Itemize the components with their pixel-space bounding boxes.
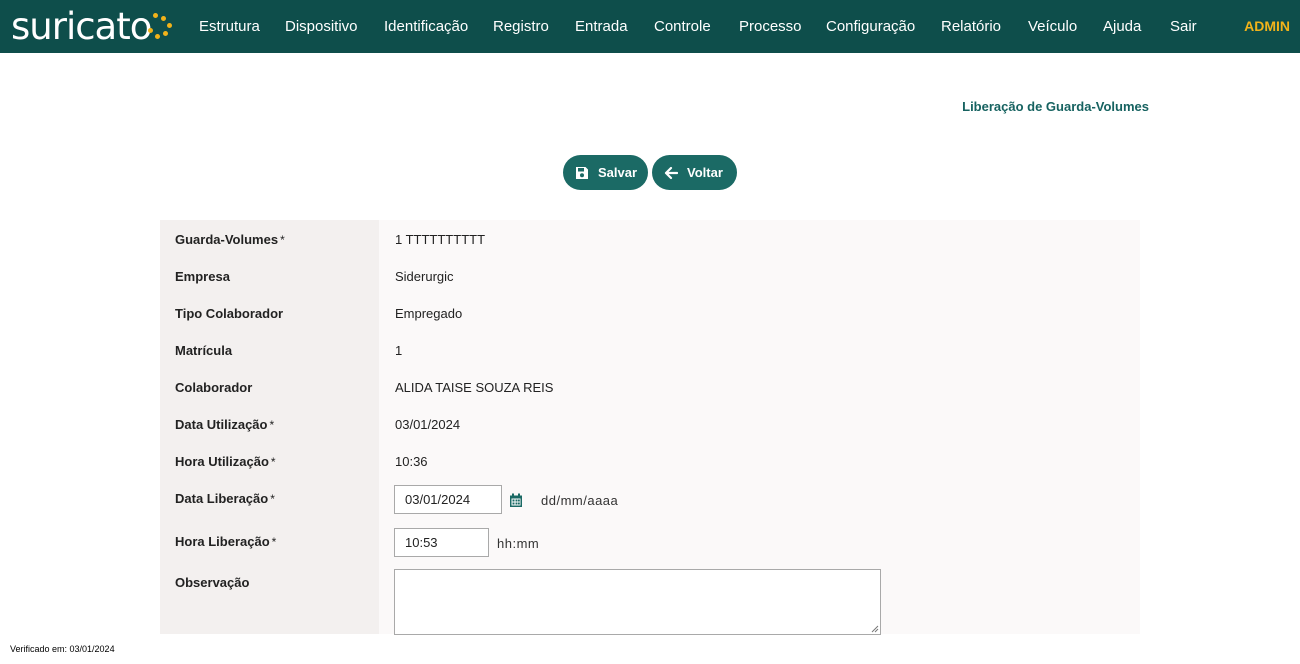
nav-configuracao[interactable]: Configuração xyxy=(826,18,915,35)
logo-dots-icon xyxy=(147,12,177,42)
nav-veiculo[interactable]: Veículo xyxy=(1028,18,1077,35)
empresa-label: Empresa xyxy=(175,269,230,284)
hora-utilizacao-label-text: Hora Utilização xyxy=(175,454,269,469)
user-name[interactable]: ADMIN xyxy=(1244,18,1290,34)
guarda-volumes-value: 1 TTTTTTTTTT xyxy=(395,232,486,247)
nav-registro[interactable]: Registro xyxy=(493,18,549,35)
resize-handle-icon[interactable] xyxy=(871,625,879,633)
tipo-colaborador-value: Empregado xyxy=(395,306,463,321)
data-liberacao-input[interactable]: 03/01/2024 xyxy=(394,485,502,514)
floppy-disk-icon xyxy=(576,166,588,179)
required-marker: * xyxy=(271,535,277,549)
top-navigation-bar: suricato Estrutura Dispositivo Identific… xyxy=(0,0,1300,53)
nav-controle[interactable]: Controle xyxy=(654,18,711,35)
observacao-label: Observação xyxy=(175,575,250,590)
back-button-label: Voltar xyxy=(687,165,723,180)
nav-dispositivo[interactable]: Dispositivo xyxy=(285,18,358,35)
guarda-volumes-label: Guarda-Volumes * xyxy=(175,232,285,247)
page-title: Liberação de Guarda-Volumes xyxy=(962,99,1149,114)
nav-sair[interactable]: Sair xyxy=(1170,18,1197,35)
nav-estrutura[interactable]: Estrutura xyxy=(199,18,260,35)
verified-date-footer: Verificado em: 03/01/2024 xyxy=(10,644,115,654)
logo-text: suricato xyxy=(11,4,152,48)
suricato-logo[interactable]: suricato xyxy=(11,4,177,48)
hora-liberacao-label-text: Hora Liberação xyxy=(175,534,270,549)
hora-utilizacao-label: Hora Utilização * xyxy=(175,454,276,469)
hora-liberacao-label: Hora Liberação * xyxy=(175,534,276,549)
date-format-hint: dd/mm/aaaa xyxy=(541,493,619,508)
required-marker: * xyxy=(270,492,275,506)
hora-liberacao-input[interactable]: 10:53 xyxy=(394,528,489,557)
back-button[interactable]: Voltar xyxy=(652,155,737,190)
matricula-label: Matrícula xyxy=(175,343,233,358)
nav-processo[interactable]: Processo xyxy=(739,18,802,35)
time-format-hint: hh:mm xyxy=(497,536,540,551)
data-utilizacao-label-text: Data Utilização xyxy=(175,417,268,432)
tipo-colaborador-label: Tipo Colaborador xyxy=(175,306,284,321)
colaborador-label: Colaborador xyxy=(175,380,253,395)
data-liberacao-label: Data Liberação * xyxy=(175,491,275,506)
required-marker: * xyxy=(280,233,285,247)
colaborador-value: ALIDA TAISE SOUZA REIS xyxy=(395,380,554,395)
nav-relatorio[interactable]: Relatório xyxy=(941,18,1001,35)
data-liberacao-label-text: Data Liberação xyxy=(175,491,269,506)
data-utilizacao-label: Data Utilização * xyxy=(175,417,274,432)
nav-ajuda[interactable]: Ajuda xyxy=(1103,18,1141,35)
calendar-icon[interactable] xyxy=(509,493,523,508)
guarda-volumes-label-text: Guarda-Volumes xyxy=(175,232,279,247)
arrow-left-icon xyxy=(664,166,678,179)
save-button-label: Salvar xyxy=(598,165,638,180)
observacao-textarea[interactable] xyxy=(394,569,881,635)
matricula-value: 1 xyxy=(395,343,403,358)
save-button[interactable]: Salvar xyxy=(563,155,648,190)
data-utilizacao-value: 03/01/2024 xyxy=(395,417,461,432)
hora-utilizacao-value: 10:36 xyxy=(395,454,428,469)
nav-identificacao[interactable]: Identificação xyxy=(384,18,468,35)
nav-entrada[interactable]: Entrada xyxy=(575,18,628,35)
empresa-value: Siderurgic xyxy=(395,269,454,284)
required-marker: * xyxy=(269,418,275,432)
required-marker: * xyxy=(270,455,276,469)
